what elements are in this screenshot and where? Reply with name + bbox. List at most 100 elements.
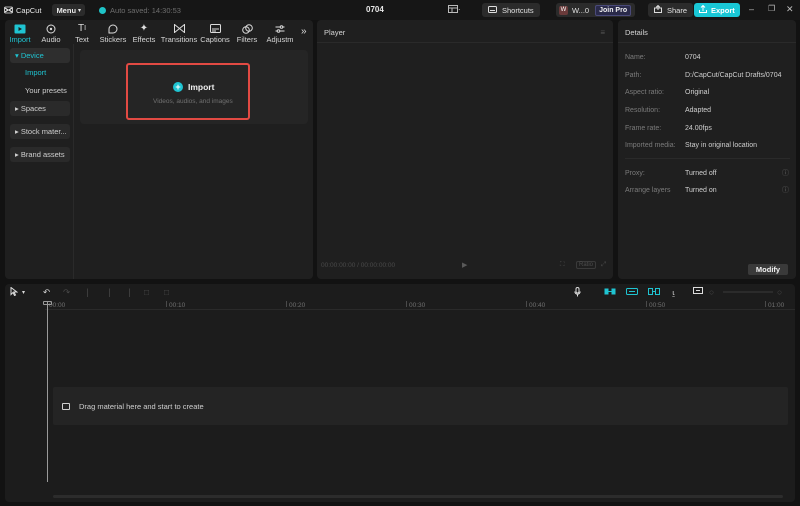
drop-hint: Drag material here and start to create: [62, 402, 204, 411]
detail-label-imported-media: Imported media:: [625, 142, 676, 149]
join-pro-button[interactable]: Join Pro: [595, 4, 632, 16]
share-icon: [654, 4, 662, 15]
import-subtitle: Videos, audios, and images: [153, 98, 233, 105]
sidebar-item-brand-assets[interactable]: ▸ Brand assets: [10, 147, 70, 162]
sidebar-divider: [73, 44, 74, 279]
tab-filters[interactable]: Filters: [231, 20, 263, 44]
tab-transitions[interactable]: Transitions: [159, 20, 199, 44]
app-logo: CapCut: [4, 6, 41, 15]
tab-effects[interactable]: ✦ Effects: [129, 20, 159, 44]
more-tabs-icon[interactable]: »: [301, 26, 307, 37]
text-icon: TI: [77, 23, 87, 34]
menu-icon[interactable]: ≡: [600, 28, 605, 37]
detail-label-frame-rate: Frame rate:: [625, 125, 662, 132]
tick-label: 00:10: [169, 302, 186, 309]
player-title: Player: [324, 28, 346, 37]
project-title[interactable]: 0704: [366, 5, 384, 14]
minimize-icon[interactable]: –: [749, 4, 754, 14]
main-track-magnet-icon[interactable]: [604, 287, 616, 297]
tab-captions[interactable]: Captions: [199, 20, 231, 44]
tab-label: Effects: [132, 35, 156, 44]
detail-label-proxy: Proxy:: [625, 170, 645, 177]
preview-axis-icon[interactable]: ⍸: [671, 287, 676, 298]
zoom-in-icon[interactable]: ○: [777, 287, 782, 297]
playhead[interactable]: [47, 302, 48, 482]
tick-label: 00:50: [649, 302, 666, 309]
auto-snapping-icon[interactable]: [626, 287, 638, 297]
effects-icon: ✦: [139, 23, 149, 34]
crop-icon[interactable]: □: [144, 287, 149, 297]
sidebar-item-your-presets[interactable]: Your presets: [10, 83, 70, 98]
modify-button[interactable]: Modify: [748, 264, 788, 275]
info-icon[interactable]: ⓘ: [782, 168, 789, 178]
tick-label: 00:20: [289, 302, 306, 309]
tab-text[interactable]: TI Text: [67, 20, 97, 44]
shortcuts-button[interactable]: Shortcuts: [482, 3, 540, 17]
plus-icon: +: [173, 82, 183, 92]
drop-hint-text: Drag material here and start to create: [79, 402, 204, 411]
capcut-logo-icon: [4, 6, 13, 14]
transitions-icon: [173, 23, 185, 34]
tool-tabs: Import Audio TI Text Stickers ✦ Effects: [5, 20, 313, 44]
detail-value-path: D:/CapCut/CapCut Drafts/0704: [685, 72, 782, 79]
import-icon: [14, 23, 26, 34]
layout-icon[interactable]: [448, 5, 460, 16]
sidebar-item-spaces[interactable]: ▸ Spaces: [10, 101, 70, 116]
tab-label: Transitions: [160, 35, 198, 44]
shortcuts-label: Shortcuts: [502, 5, 534, 15]
fullscreen-icon[interactable]: ⤢: [601, 261, 606, 269]
chevron-down-icon: ▾: [78, 7, 82, 14]
detail-value-name: 0704: [685, 54, 701, 61]
export-label: Export: [711, 5, 735, 15]
linkage-icon[interactable]: [648, 287, 660, 297]
workspace-button[interactable]: W W...0 Join Pro: [556, 3, 636, 17]
tick-label: 00:40: [529, 302, 546, 309]
filters-icon: [241, 23, 253, 34]
share-button[interactable]: Share: [648, 3, 694, 17]
detail-label-aspect-ratio: Aspect ratio:: [625, 89, 664, 96]
detail-value-proxy[interactable]: Turned off: [685, 170, 717, 177]
chevron-down-icon[interactable]: ▾: [22, 289, 25, 296]
info-icon[interactable]: ⓘ: [782, 185, 789, 195]
detail-value-frame-rate: 24.00fps: [685, 125, 712, 132]
split-icon[interactable]: ❘: [84, 287, 91, 298]
fit-screen-icon[interactable]: ⛶: [560, 261, 565, 269]
split-left-icon[interactable]: ❘: [106, 287, 113, 298]
undo-icon[interactable]: ↶: [43, 287, 50, 298]
workspace-name: W...0: [572, 5, 590, 15]
maximize-icon[interactable]: ❐: [768, 4, 775, 13]
microphone-icon[interactable]: [574, 287, 581, 299]
player-timecode: 00:00:00:00 / 00:00:00:00: [321, 262, 396, 269]
sidebar-item-stock-material[interactable]: ▸ Stock mater...: [10, 124, 70, 139]
import-button[interactable]: + Import: [173, 82, 214, 92]
detail-value-resolution: Adapted: [685, 107, 712, 114]
zoom-slider[interactable]: [723, 287, 773, 297]
adjustment-icon: [274, 23, 286, 34]
export-button[interactable]: Export: [694, 3, 740, 17]
tab-label: Audio: [41, 35, 61, 44]
tab-label: Filters: [236, 35, 258, 44]
menu-button[interactable]: Menu ▾: [52, 4, 86, 16]
sidebar-item-device[interactable]: ▾ Device: [10, 48, 70, 63]
close-icon[interactable]: ✕: [786, 4, 794, 15]
detail-value-arrange-layers[interactable]: Turned on: [685, 187, 717, 194]
ratio-button[interactable]: Ratio: [576, 261, 597, 269]
workspace-avatar: W: [559, 5, 568, 15]
delete-icon[interactable]: □: [164, 287, 169, 297]
redo-icon[interactable]: ↷: [63, 287, 70, 298]
tab-stickers[interactable]: Stickers: [97, 20, 129, 44]
sidebar-item-import[interactable]: Import: [10, 65, 70, 80]
timeline-scrollbar[interactable]: [53, 495, 783, 498]
screen-icon[interactable]: [693, 287, 703, 297]
select-cursor-icon[interactable]: [10, 286, 19, 298]
export-icon: [699, 4, 707, 15]
menu-label: Menu: [56, 5, 77, 15]
play-icon[interactable]: ▶: [462, 261, 467, 269]
tab-adjustment[interactable]: Adjustm: [263, 20, 297, 44]
timeline-ruler[interactable]: 00:00 00:10 00:20 00:30 00:40 00:50 01:0…: [45, 300, 795, 310]
tab-audio[interactable]: Audio: [35, 20, 67, 44]
split-right-icon[interactable]: ❘: [126, 287, 133, 298]
tab-import[interactable]: Import: [5, 20, 35, 44]
tick-label: 00:30: [409, 302, 426, 309]
zoom-out-icon[interactable]: ○: [709, 287, 714, 297]
